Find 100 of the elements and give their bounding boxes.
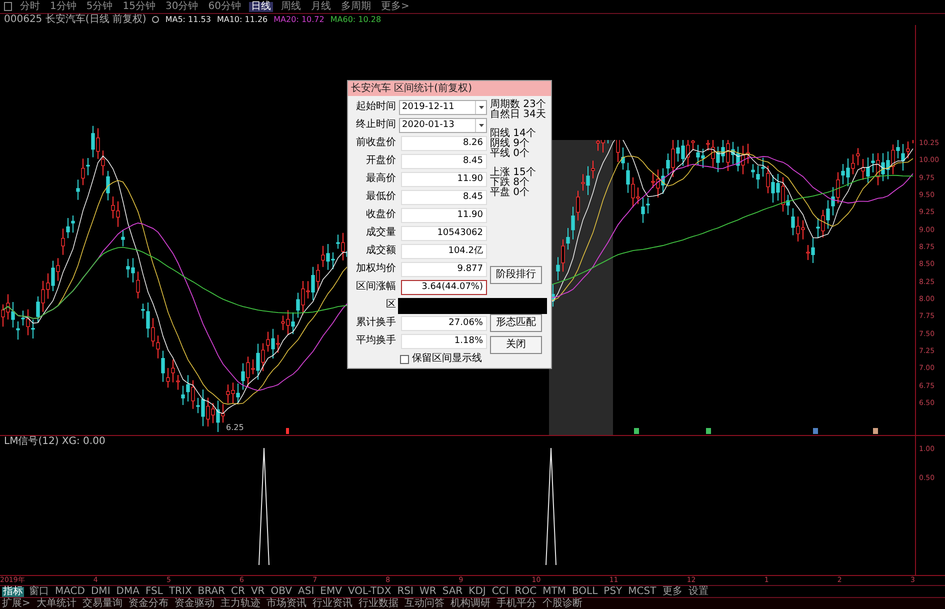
field-label: 最高价 [365, 174, 396, 184]
indicator-tab[interactable]: TRIX [168, 586, 193, 596]
dropdown-arrow-icon [475, 118, 486, 132]
signal-marker [706, 428, 711, 434]
period-tab[interactable]: 1分钟 [48, 2, 78, 12]
extension-tab[interactable]: 交易量询 [82, 598, 122, 608]
period-tab[interactable]: 多周期 [338, 2, 373, 12]
value-field: 9.877 [401, 262, 487, 276]
value-field: 3.64(44.07%) [401, 280, 487, 294]
indicator-title: LM信号(12) XG: 0.00 [4, 437, 106, 447]
indicator-tab[interactable]: BRAR [196, 586, 226, 596]
dropdown-arrow-icon [475, 100, 486, 114]
value-field: 10543062 [401, 226, 487, 240]
date-dropdown[interactable]: 2019-12-11 [399, 100, 487, 114]
indicator-tab[interactable]: PSY [602, 586, 624, 596]
extension-tab[interactable]: 扩展> [2, 598, 30, 608]
dialog-title: 长安汽车 区间统计(前复权) [348, 81, 551, 96]
value-field: 8.26 [401, 136, 487, 150]
period-tab[interactable]: 周线 [278, 2, 303, 12]
signal-marker [286, 428, 289, 434]
extension-tab[interactable]: 资金驱动 [174, 598, 214, 608]
extension-tab[interactable]: 大单统计 [36, 598, 76, 608]
period-tab[interactable]: 60分钟 [206, 2, 243, 12]
extension-tab[interactable]: 个股诊断 [542, 598, 582, 608]
field-label: 起始时间 [355, 102, 396, 112]
indicator-tab[interactable]: MTM [542, 586, 567, 596]
indicator-tab[interactable]: MACD [54, 586, 86, 596]
stat-text: 周期数 23个 [490, 100, 547, 110]
field-label: 成交额 [365, 246, 396, 256]
ma-value: MA10: 11.26 [216, 16, 268, 24]
indicator-tab[interactable]: RSI [396, 586, 414, 596]
indicator-tab[interactable]: 指标 [2, 586, 24, 596]
indicator-tab[interactable]: 窗口 [28, 586, 50, 596]
field-label: 累计换手 [355, 318, 396, 328]
indicator-tab[interactable]: MCST [627, 586, 658, 596]
stat-text: 阳线 14个 [490, 129, 537, 139]
field-label: 最低价 [365, 192, 396, 202]
indicator-tab[interactable]: WR [418, 586, 438, 596]
value-field: 1.18% [401, 334, 487, 348]
stat-text: 平盘 0个 [490, 188, 531, 198]
indicator-tab[interactable]: 更多 [661, 586, 684, 596]
indicator-tab[interactable]: BOLL [570, 586, 599, 596]
extension-tab[interactable]: 行业数据 [358, 598, 398, 608]
target-icon [152, 16, 160, 23]
signal-marker [873, 428, 878, 434]
field-label: 平均换手 [355, 336, 396, 346]
indicator-tab[interactable]: VR [250, 586, 266, 596]
field-label: 前收盘价 [355, 138, 396, 148]
period-tab[interactable]: 30分钟 [163, 2, 200, 12]
field-label: 收盘价 [365, 210, 396, 220]
period-tab[interactable]: 更多> [378, 2, 412, 12]
value-field: 104.2亿 [401, 244, 487, 258]
date-dropdown[interactable]: 2020-01-13 [399, 118, 487, 132]
stat-text: 平线 0个 [490, 149, 531, 159]
indicator-tab[interactable]: ASI [297, 586, 316, 596]
extension-tab[interactable]: 主力轨迹 [220, 598, 260, 608]
indicator-tab[interactable]: EMV [319, 586, 343, 596]
extension-tab[interactable]: 资金分布 [128, 598, 168, 608]
period-tab[interactable]: 15分钟 [120, 2, 158, 12]
field-label: 开盘价 [365, 156, 396, 166]
period-tab[interactable]: 月线 [308, 2, 333, 12]
signal-marker [813, 428, 818, 434]
ma-value: MA20: 10.72 [274, 16, 324, 24]
period-tab[interactable]: 分时 [18, 2, 42, 12]
field-label: 区 [385, 300, 396, 310]
dialog-button[interactable]: 形态匹配 [490, 314, 542, 332]
period-tab[interactable]: 5分钟 [84, 2, 115, 12]
back-icon[interactable] [4, 2, 12, 11]
indicator-tab[interactable]: DMI [90, 586, 112, 596]
dialog-button[interactable]: 关闭 [490, 336, 542, 354]
indicator-tab[interactable]: FSL [144, 586, 164, 596]
indicator-tab[interactable]: SAR [441, 586, 464, 596]
period-tab[interactable]: 日线 [248, 2, 273, 12]
value-field: 11.90 [401, 172, 487, 186]
stat-text: 自然日 34天 [490, 110, 547, 120]
indicator-tab[interactable]: ROC [514, 586, 538, 596]
extension-tab[interactable]: 市场资讯 [266, 598, 306, 608]
indicator-tab[interactable]: OBV [270, 586, 293, 596]
extension-tab[interactable]: 机构调研 [450, 598, 490, 608]
dialog-button[interactable]: 阶段排行 [490, 266, 542, 284]
value-field: 27.06% [401, 316, 487, 330]
indicator-tab[interactable]: CCI [490, 586, 510, 596]
extension-tab[interactable]: 互动问答 [404, 598, 444, 608]
checkbox[interactable] [400, 354, 409, 364]
indicator-tab[interactable]: 设置 [687, 586, 710, 596]
field-label: 加权均价 [355, 264, 396, 274]
ma-value: MA5: 11.53 [165, 16, 211, 24]
signal-marker [634, 428, 639, 434]
value-field: 11.90 [401, 208, 487, 222]
indicator-tab[interactable]: DMA [115, 586, 140, 596]
extension-tab[interactable]: 手机平分 [496, 598, 536, 608]
indicator-tab[interactable]: KDJ [468, 586, 487, 596]
indicator-tab[interactable]: VOL-TDX [346, 586, 392, 596]
stat-text: 上涨 15个 [490, 168, 537, 178]
extension-tab[interactable]: 行业资讯 [312, 598, 352, 608]
checkbox-label: 保留区间显示线 [412, 354, 482, 364]
ma-value: MA60: 10.28 [330, 16, 382, 24]
stat-text: 下跌 8个 [490, 178, 531, 188]
indicator-tab[interactable]: CR [230, 586, 246, 596]
value-field: 8.45 [401, 154, 487, 168]
